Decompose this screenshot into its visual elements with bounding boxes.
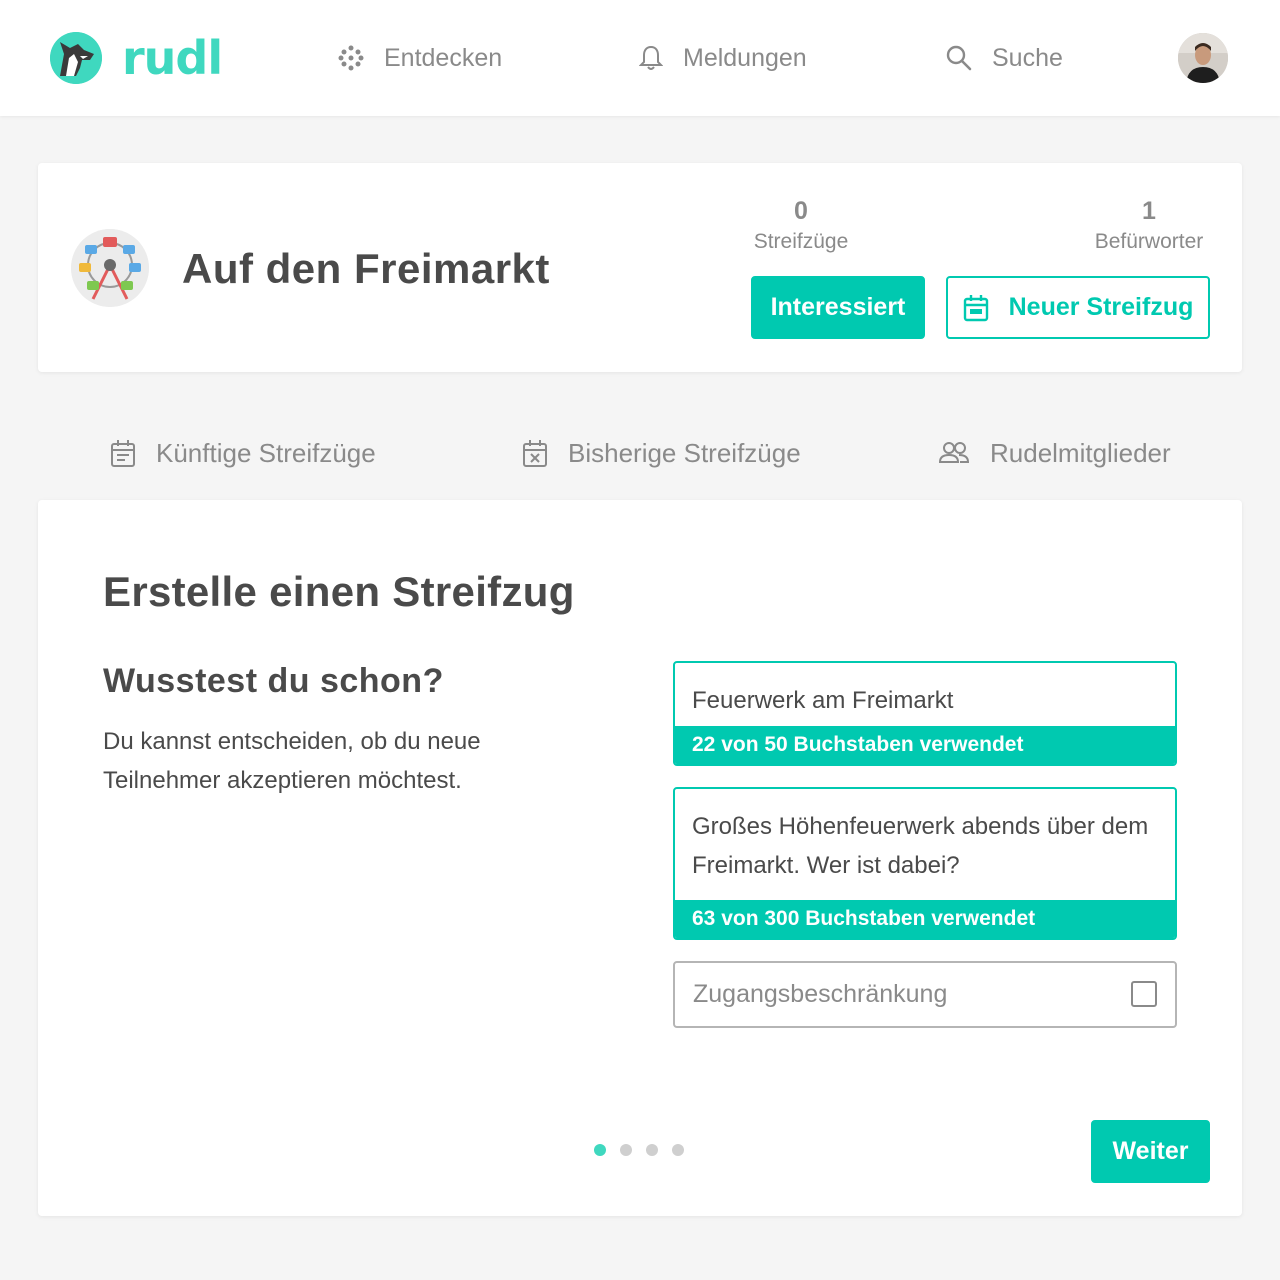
ferris-wheel-icon — [71, 229, 149, 307]
trip-description-input[interactable]: Großes Höhenfeuerwerk abends über dem Fr… — [675, 789, 1175, 899]
calendar-add-icon — [963, 294, 988, 321]
stat-streifzuege-value: 0 — [794, 197, 808, 225]
trip-description-counter: 63 von 300 Buchstaben verwendet — [675, 900, 1175, 938]
trip-name-counter: 22 von 50 Buchstaben verwendet — [675, 726, 1175, 764]
tab-rudelmitglieder-label: Rudelmitglieder — [990, 437, 1171, 468]
stat-befuerworter-value: 1 — [1142, 197, 1156, 225]
trip-name-input[interactable]: Feuerwerk am Freimarkt — [675, 663, 1175, 734]
create-trip-card: Erstelle einen Streifzug Wusstest du sch… — [38, 500, 1242, 1216]
access-restriction-label: Zugangsbeschränkung — [693, 980, 948, 1008]
event-header-card: Auf den Freimarkt 0 Streifzüge 1 Befürwo… — [38, 163, 1242, 372]
stat-streifzuege: 0 Streifzüge — [751, 197, 851, 254]
step-dot-2[interactable] — [620, 1144, 632, 1156]
stat-streifzuege-label: Streifzüge — [753, 230, 849, 253]
step-dot-4[interactable] — [672, 1144, 684, 1156]
next-button[interactable]: Weiter — [1091, 1120, 1210, 1183]
trip-description-field: Großes Höhenfeuerwerk abends über dem Fr… — [673, 787, 1177, 940]
search-icon — [946, 45, 972, 71]
tip-title: Wusstest du schon? — [103, 662, 444, 700]
top-navigation-bar: rudl Entdecken Meldungen Suche — [0, 0, 1280, 116]
access-restriction-toggle[interactable]: Zugangsbeschränkung — [673, 961, 1177, 1028]
logo-wordmark: rudl — [122, 31, 223, 85]
tab-bisherige-label: Bisherige Streifzüge — [568, 437, 801, 468]
wolf-logo-icon — [50, 32, 102, 84]
calendar-x-icon — [523, 440, 547, 467]
stat-befuerworter-label: Befürworter — [1094, 230, 1204, 253]
stat-befuerworter: 1 Befürworter — [1083, 197, 1215, 254]
people-icon — [938, 442, 970, 463]
event-title: Auf den Freimarkt — [182, 245, 550, 292]
create-trip-title: Erstelle einen Streifzug — [103, 568, 575, 615]
step-indicator — [594, 1144, 684, 1156]
step-dot-1[interactable] — [594, 1144, 606, 1156]
calendar-icon — [111, 440, 135, 467]
tab-bisherige-streifzuege[interactable]: Bisherige Streifzüge — [522, 430, 801, 476]
tab-kuenftige-label: Künftige Streifzüge — [156, 437, 376, 468]
access-restriction-checkbox[interactable] — [1131, 981, 1157, 1007]
tab-kuenftige-streifzuege[interactable]: Künftige Streifzüge — [110, 430, 376, 476]
nav-suche[interactable]: Suche — [946, 36, 1063, 80]
new-trip-label: Neuer Streifzug — [1008, 293, 1194, 321]
rudl-logo[interactable]: rudl — [50, 31, 223, 85]
user-avatar[interactable] — [1178, 33, 1228, 83]
interested-button[interactable]: Interessiert — [751, 276, 925, 339]
tab-rudelmitglieder[interactable]: Rudelmitglieder — [938, 430, 1171, 476]
tip-text: Du kannst entscheiden, ob du neue Teilne… — [103, 728, 481, 794]
grid-dots-icon — [338, 45, 364, 71]
bell-icon — [639, 45, 663, 70]
nav-meldungen[interactable]: Meldungen — [639, 36, 807, 80]
nav-entdecken-label: Entdecken — [384, 43, 503, 72]
trip-name-field: Feuerwerk am Freimarkt 22 von 50 Buchsta… — [673, 661, 1177, 766]
new-trip-button[interactable]: Neuer Streifzug — [946, 276, 1210, 339]
nav-entdecken[interactable]: Entdecken — [338, 36, 502, 80]
step-dot-3[interactable] — [646, 1144, 658, 1156]
nav-meldungen-label: Meldungen — [683, 43, 807, 72]
nav-suche-label: Suche — [992, 43, 1063, 72]
